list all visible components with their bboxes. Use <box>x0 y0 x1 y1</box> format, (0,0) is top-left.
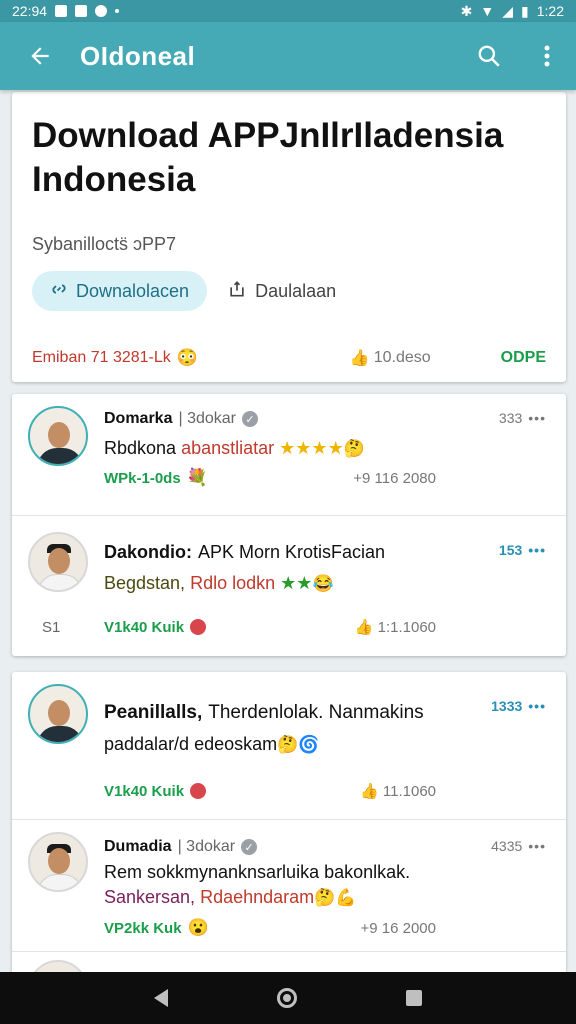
list-item[interactable]: Dakondio: APK Morn KrotisFacian 153 ••• B… <box>12 516 566 656</box>
like-stat[interactable]: WPk-1-0ds 💐 <box>104 468 208 488</box>
view-count: 👍 10.deso <box>349 349 431 367</box>
post-headline: Therdenlolak. Nanmakins <box>208 702 424 723</box>
author-handle: | 3dokar <box>178 410 237 427</box>
avatar[interactable] <box>28 832 88 892</box>
post-time: 4335 ••• <box>491 838 546 854</box>
author-name: Dakondio: <box>104 542 192 562</box>
bluetooth-icon: ✱ <box>460 2 473 19</box>
more-horiz-icon[interactable]: ••• <box>528 542 546 558</box>
avatar[interactable] <box>28 406 88 466</box>
nav-recents-icon[interactable] <box>405 990 422 1006</box>
like-stat[interactable]: VP2kk Kuk 😮 <box>104 918 209 938</box>
cloud-icon <box>95 5 108 17</box>
status-bar: 22:94 ✱ ▼ ◢ ▮ 1:22 <box>0 0 576 22</box>
arrow-left-icon[interactable] <box>0 22 80 90</box>
post-text: Rbdkona abanstliatar ★★★★🤔 <box>104 438 365 458</box>
author-name: Peanillalls, <box>104 702 203 723</box>
verified-icon: ✓ <box>241 839 258 855</box>
view-count: 👍 1:1.1060 <box>354 618 436 637</box>
search-icon[interactable] <box>460 22 518 90</box>
post-text: paddalar/d edeoskam🤔🌀 <box>104 734 320 754</box>
list-item[interactable]: Dumadia | 3dokar ✓ 4335 ••• Rem sokkmynan… <box>12 820 566 952</box>
like-stat[interactable]: V1k40 Kuik <box>104 783 207 800</box>
system-nav-bar <box>0 972 576 1024</box>
avatar[interactable] <box>28 684 88 744</box>
react-icon <box>190 783 207 799</box>
list-item[interactable]: Peanillalls, Therdenlolak. Nanmakins 133… <box>12 672 566 820</box>
app-title: OIdoneal <box>80 40 196 71</box>
battery-icon: ▮ <box>521 2 529 19</box>
reply-count: +9 116 2080 <box>353 469 436 487</box>
post-headline: APK Morn KrotisFacian <box>198 542 386 562</box>
app-info-card: Download APPJnIlrIladensia Indonesia Syb… <box>12 92 566 382</box>
secondary-button[interactable]: Daulalaan <box>227 279 336 304</box>
download-label: Downalolacen <box>76 280 190 301</box>
status-time-left: 22:94 <box>12 3 48 19</box>
post-text-2: Sankersan, Rdaehndaram🤔💪 <box>104 887 357 907</box>
verified-icon: ✓ <box>242 411 259 427</box>
post-time: 153 ••• <box>498 542 546 558</box>
download-button[interactable]: Downalolacen <box>32 271 208 311</box>
list-item-partial[interactable] <box>12 952 566 1020</box>
post-text: Begdstan, Rdlo lodkn ★★😂 <box>104 573 334 593</box>
status-badge: ODPE <box>500 349 546 366</box>
app-bar: OIdoneal <box>0 22 576 90</box>
nav-home-icon[interactable] <box>276 988 297 1008</box>
thumb-icon: 👍 <box>360 783 379 800</box>
app-notification-icon <box>75 5 88 17</box>
more-horiz-icon[interactable]: ••• <box>528 698 546 714</box>
app-subtitle: Sybanillocts̈ ɔPP7 <box>32 234 177 254</box>
more-horiz-icon[interactable]: ••• <box>528 410 546 426</box>
notification-icon <box>55 5 68 17</box>
react-icon <box>190 619 207 635</box>
author-handle: | 3dokar <box>177 838 236 855</box>
post-text: Rem sokkmynanknsarluika bakonlkak. <box>104 862 411 882</box>
avatar[interactable] <box>28 532 88 592</box>
secondary-label: Daulalaan <box>255 280 337 301</box>
list-item[interactable]: Domarka | 3dokar ✓ 333 ••• Rbdkona abanst… <box>12 394 566 516</box>
post-time: 333 ••• <box>498 410 546 426</box>
share-icon <box>227 279 247 304</box>
nav-back-icon[interactable] <box>154 989 169 1007</box>
app-headline: Download APPJnIlrIladensia Indonesia <box>32 116 504 199</box>
comments-card-2: Peanillalls, Therdenlolak. Nanmakins 133… <box>12 672 566 1020</box>
signal-icon: ◢ <box>502 2 514 19</box>
release-info: Emiban 71 3281-Lk 😳 <box>32 348 198 367</box>
post-time: 1333 ••• <box>491 698 546 714</box>
link-icon <box>50 280 68 303</box>
author-name: Dumadia <box>104 838 172 855</box>
more-horiz-icon[interactable]: ••• <box>528 838 546 854</box>
like-stat[interactable]: V1k40 Kuik <box>104 619 207 636</box>
thumb-icon: 👍 <box>354 619 374 636</box>
status-time-right: 1:22 <box>536 3 564 19</box>
stat-short: S1 <box>42 618 61 636</box>
wifi-icon: ▼ <box>480 3 495 19</box>
more-vert-icon[interactable] <box>518 22 576 90</box>
thumb-icon: 👍 <box>349 350 370 367</box>
view-count: 👍 11.1060 <box>360 782 436 801</box>
reply-count: +9 16 2000 <box>360 919 437 937</box>
comments-card-1: Domarka | 3dokar ✓ 333 ••• Rbdkona abanst… <box>12 394 566 656</box>
author-name: Domarka <box>104 410 173 427</box>
dot-icon <box>115 9 120 13</box>
